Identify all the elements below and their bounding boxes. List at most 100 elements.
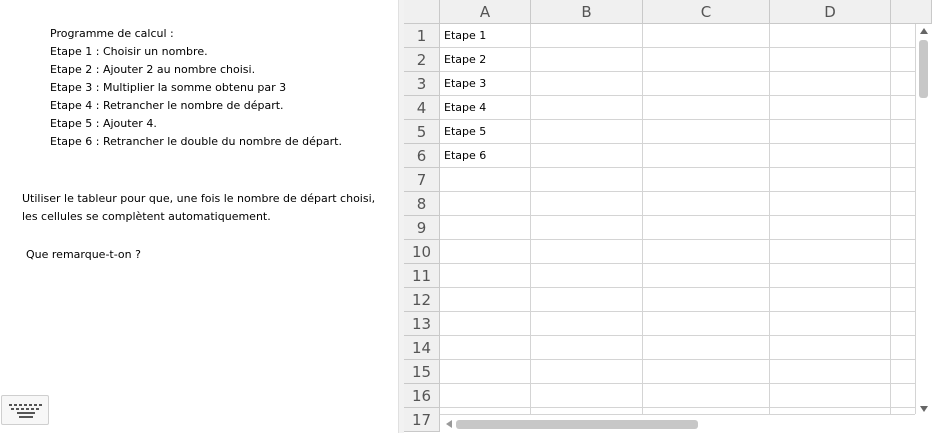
cell-a15[interactable] bbox=[440, 360, 531, 384]
cell-a4[interactable]: Etape 4 bbox=[440, 96, 531, 120]
scroll-down-arrow-icon[interactable] bbox=[920, 406, 928, 412]
cell-b15[interactable] bbox=[531, 360, 643, 384]
cell-a3[interactable]: Etape 3 bbox=[440, 72, 531, 96]
cell-b8[interactable] bbox=[531, 192, 643, 216]
cell-a7[interactable] bbox=[440, 168, 531, 192]
cell-c4[interactable] bbox=[643, 96, 770, 120]
column-header-c[interactable]: C bbox=[643, 0, 770, 24]
question-text: Que remarque-t-on ? bbox=[26, 248, 141, 261]
cell-a8[interactable] bbox=[440, 192, 531, 216]
cell-c16[interactable] bbox=[643, 384, 770, 408]
cell-d9[interactable] bbox=[770, 216, 891, 240]
cell-d5[interactable] bbox=[770, 120, 891, 144]
spreadsheet: A B C D 1 Etape 1 2 Etape 2 3 Etape 3 4 Etape 4… bbox=[404, 0, 932, 433]
cell-d2[interactable] bbox=[770, 48, 891, 72]
cell-a14[interactable] bbox=[440, 336, 531, 360]
column-header-e[interactable] bbox=[891, 0, 932, 24]
vertical-scroll-thumb[interactable] bbox=[919, 40, 928, 98]
vertical-scrollbar[interactable] bbox=[915, 24, 932, 414]
column-header-a[interactable]: A bbox=[440, 0, 531, 24]
cell-a9[interactable] bbox=[440, 216, 531, 240]
cell-b4[interactable] bbox=[531, 96, 643, 120]
row-header[interactable]: 14 bbox=[404, 336, 440, 360]
cell-c14[interactable] bbox=[643, 336, 770, 360]
cell-d4[interactable] bbox=[770, 96, 891, 120]
cell-b14[interactable] bbox=[531, 336, 643, 360]
cell-d6[interactable] bbox=[770, 144, 891, 168]
scroll-left-arrow-icon[interactable] bbox=[446, 420, 452, 428]
cell-d11[interactable] bbox=[770, 264, 891, 288]
cell-c2[interactable] bbox=[643, 48, 770, 72]
cell-a2[interactable]: Etape 2 bbox=[440, 48, 531, 72]
cell-d16[interactable] bbox=[770, 384, 891, 408]
cell-b7[interactable] bbox=[531, 168, 643, 192]
cell-a10[interactable] bbox=[440, 240, 531, 264]
cell-a1[interactable]: Etape 1 bbox=[440, 24, 531, 48]
row-header[interactable]: 8 bbox=[404, 192, 440, 216]
cell-c6[interactable] bbox=[643, 144, 770, 168]
row-header[interactable]: 3 bbox=[404, 72, 440, 96]
cell-c9[interactable] bbox=[643, 216, 770, 240]
row-header[interactable]: 15 bbox=[404, 360, 440, 384]
cell-b2[interactable] bbox=[531, 48, 643, 72]
row-header[interactable]: 13 bbox=[404, 312, 440, 336]
row-header[interactable]: 4 bbox=[404, 96, 440, 120]
cell-c5[interactable] bbox=[643, 120, 770, 144]
cell-d13[interactable] bbox=[770, 312, 891, 336]
cell-d3[interactable] bbox=[770, 72, 891, 96]
cell-d8[interactable] bbox=[770, 192, 891, 216]
table-row: 2 Etape 2 bbox=[404, 48, 932, 72]
cell-b16[interactable] bbox=[531, 384, 643, 408]
horizontal-scroll-thumb[interactable] bbox=[456, 420, 698, 429]
row-header[interactable]: 1 bbox=[404, 24, 440, 48]
cell-c1[interactable] bbox=[643, 24, 770, 48]
table-row: 10 bbox=[404, 240, 932, 264]
cell-c11[interactable] bbox=[643, 264, 770, 288]
cell-b13[interactable] bbox=[531, 312, 643, 336]
cell-c8[interactable] bbox=[643, 192, 770, 216]
cell-a13[interactable] bbox=[440, 312, 531, 336]
cell-c13[interactable] bbox=[643, 312, 770, 336]
cell-b11[interactable] bbox=[531, 264, 643, 288]
row-header[interactable]: 17 bbox=[404, 408, 440, 432]
cell-b3[interactable] bbox=[531, 72, 643, 96]
cell-d10[interactable] bbox=[770, 240, 891, 264]
cell-d12[interactable] bbox=[770, 288, 891, 312]
cell-a6[interactable]: Etape 6 bbox=[440, 144, 531, 168]
cell-b5[interactable] bbox=[531, 120, 643, 144]
row-header[interactable]: 16 bbox=[404, 384, 440, 408]
cell-a12[interactable] bbox=[440, 288, 531, 312]
row-header[interactable]: 10 bbox=[404, 240, 440, 264]
step-1: Etape 1 : Choisir un nombre. bbox=[50, 45, 208, 58]
cell-b1[interactable] bbox=[531, 24, 643, 48]
cell-a16[interactable] bbox=[440, 384, 531, 408]
row-header[interactable]: 12 bbox=[404, 288, 440, 312]
cell-c15[interactable] bbox=[643, 360, 770, 384]
horizontal-scrollbar[interactable] bbox=[440, 414, 927, 433]
row-header[interactable]: 6 bbox=[404, 144, 440, 168]
cell-d7[interactable] bbox=[770, 168, 891, 192]
cell-b9[interactable] bbox=[531, 216, 643, 240]
cell-d14[interactable] bbox=[770, 336, 891, 360]
row-header[interactable]: 7 bbox=[404, 168, 440, 192]
row-header[interactable]: 11 bbox=[404, 264, 440, 288]
cell-b10[interactable] bbox=[531, 240, 643, 264]
column-header-d[interactable]: D bbox=[770, 0, 891, 24]
keyboard-button[interactable] bbox=[1, 395, 49, 425]
cell-a5[interactable]: Etape 5 bbox=[440, 120, 531, 144]
cell-d1[interactable] bbox=[770, 24, 891, 48]
cell-b12[interactable] bbox=[531, 288, 643, 312]
cell-a11[interactable] bbox=[440, 264, 531, 288]
scroll-up-arrow-icon[interactable] bbox=[920, 28, 928, 34]
cell-c7[interactable] bbox=[643, 168, 770, 192]
cell-c10[interactable] bbox=[643, 240, 770, 264]
row-header[interactable]: 2 bbox=[404, 48, 440, 72]
row-header[interactable]: 5 bbox=[404, 120, 440, 144]
column-header-b[interactable]: B bbox=[531, 0, 643, 24]
cell-d15[interactable] bbox=[770, 360, 891, 384]
cell-c12[interactable] bbox=[643, 288, 770, 312]
cell-b6[interactable] bbox=[531, 144, 643, 168]
cell-c3[interactable] bbox=[643, 72, 770, 96]
select-all-corner[interactable] bbox=[404, 0, 440, 24]
row-header[interactable]: 9 bbox=[404, 216, 440, 240]
